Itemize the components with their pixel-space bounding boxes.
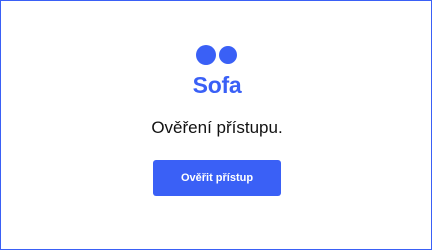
verify-access-button[interactable]: Ověřit přístup — [153, 160, 281, 196]
sofa-logo-icon — [196, 45, 237, 65]
verification-message: Ověření přístupu. — [151, 118, 283, 137]
logo-right-circle — [219, 46, 237, 64]
logo-left-circle — [196, 45, 216, 65]
brand-name: Sofa — [192, 72, 242, 98]
access-verification-panel: Sofa Ověření přístupu. Ověřit přístup — [0, 0, 432, 250]
